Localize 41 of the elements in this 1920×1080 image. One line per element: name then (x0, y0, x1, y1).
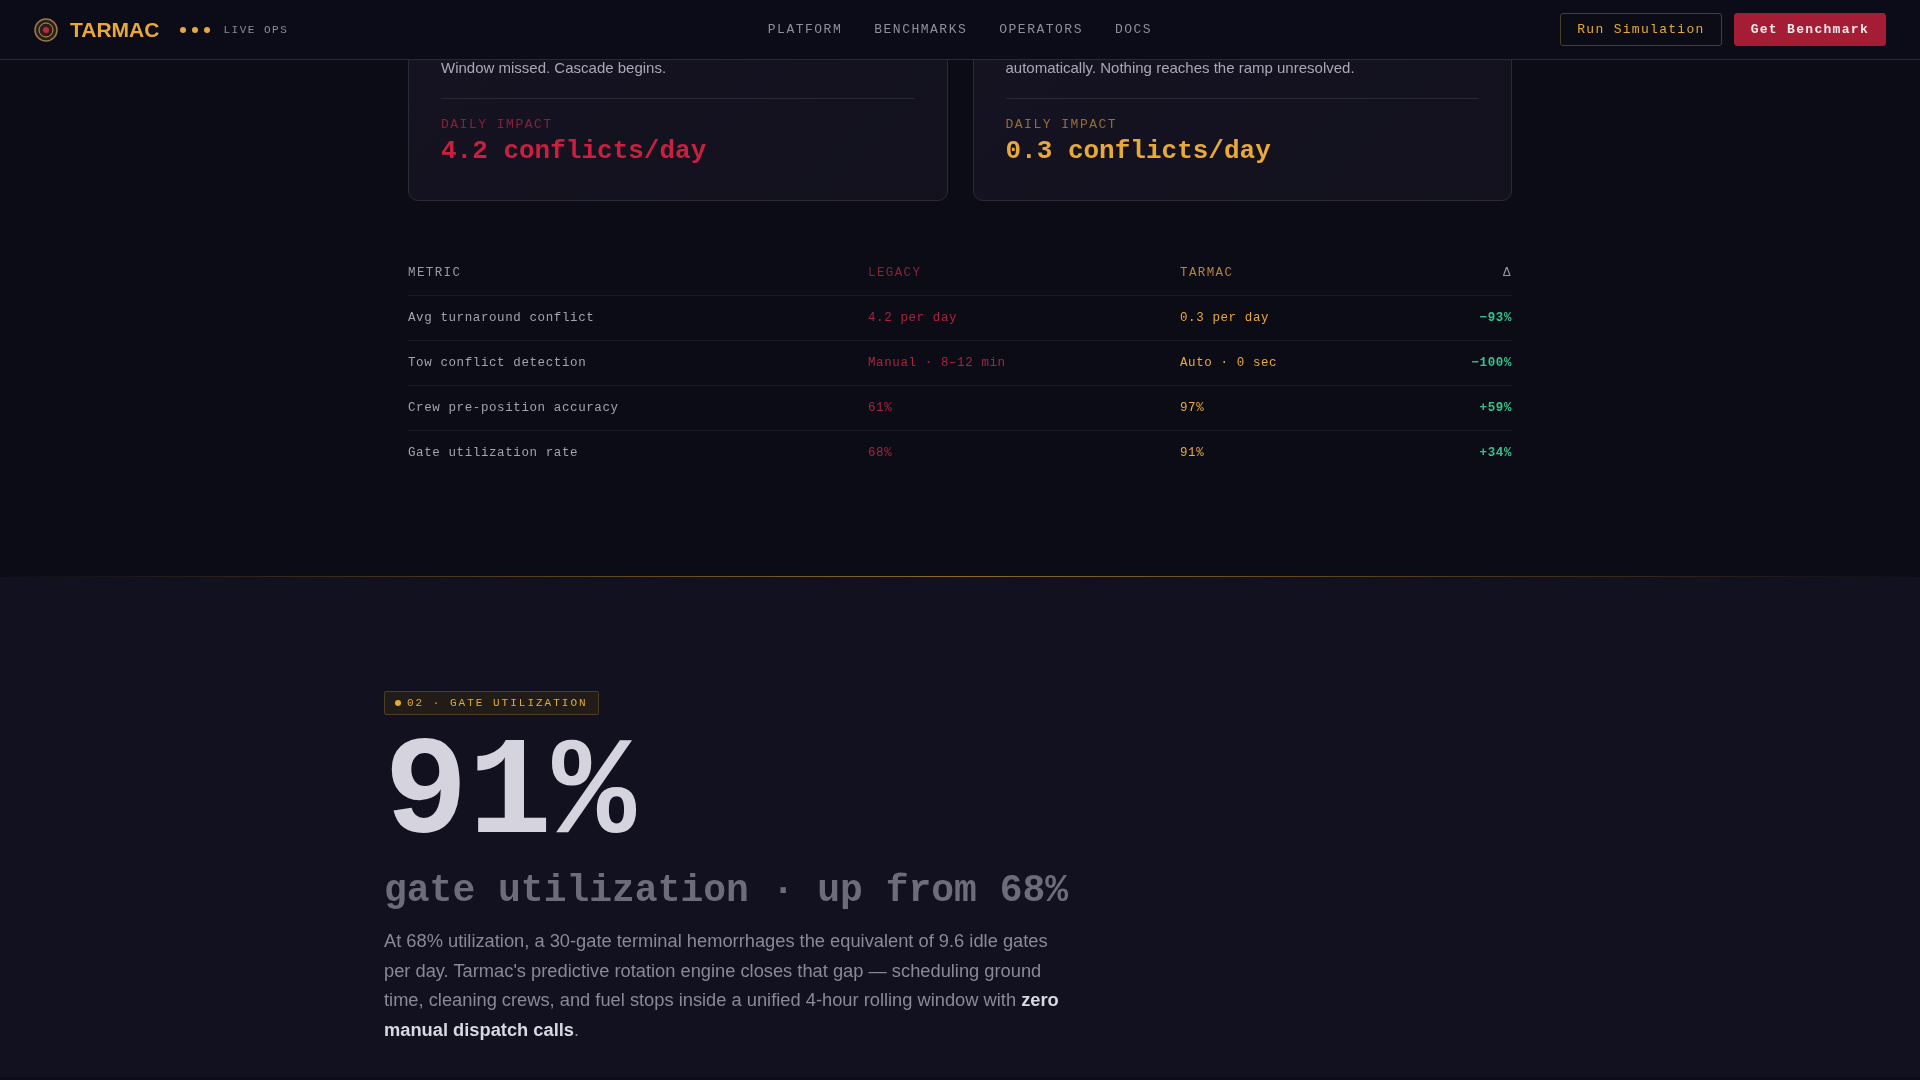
card-text: Window missed. Cascade begins. (441, 59, 915, 99)
nav-link[interactable]: BENCHMARKS (874, 22, 968, 37)
brand-name: TARMAC (70, 17, 160, 42)
table-cell-text: 4.2 per day (868, 311, 959, 325)
column-header: METRIC (408, 266, 463, 280)
table-cell-text: 91% (1180, 446, 1206, 460)
column-header: TARMAC (1180, 266, 1235, 280)
table-cell-text: +59% (1478, 401, 1512, 415)
impact-value: 0.3 conflicts/day (1005, 136, 1272, 166)
table-cell-text: 0.3 per day (1180, 311, 1271, 325)
impact-value: 4.2 conflicts/day (441, 136, 708, 166)
impact-label: DAILY IMPACT (441, 117, 554, 132)
table-cell-text: Crew pre-position accuracy (408, 401, 620, 415)
table-cell-text: 68% (868, 446, 894, 460)
table-cell-text: Avg turnaround conflict (408, 311, 596, 325)
dot-icon (395, 700, 401, 706)
simulation-button[interactable]: Run Simulation (1560, 13, 1722, 46)
table-cell-text: 97% (1180, 401, 1206, 415)
logo-icon (34, 17, 58, 42)
table-cell-text: 61% (868, 401, 894, 415)
table-cell-text: +34% (1478, 446, 1512, 460)
nav-link[interactable]: PLATFORM (767, 22, 843, 37)
card-text: automatically. Nothing reaches the ramp unresolved. (1005, 59, 1479, 99)
subtitle: gate utilization · up from 68% (384, 869, 1070, 912)
benchmark-button[interactable]: Get Benchmark (1733, 13, 1886, 46)
table-cell-text: Auto · 0 sec (1180, 356, 1279, 370)
table-cell-text: −93% (1478, 311, 1512, 325)
badge-label: 02 · GATE UTILIZATION (407, 697, 588, 709)
table-cell-text: Gate utilization rate (408, 446, 580, 460)
column-header: Δ (1502, 266, 1512, 280)
nav-link[interactable]: OPERATORS (999, 22, 1083, 37)
table-cell-text: Tow conflict detection (408, 356, 588, 370)
table-cell-text: Manual · 8–12 min (868, 356, 1007, 370)
headline-stat: 91% (384, 725, 637, 865)
impact-label: DAILY IMPACT (1005, 117, 1119, 132)
status-label: LIVE OPS (223, 23, 289, 36)
column-header: LEGACY (868, 266, 923, 280)
body-paragraph: At 68% utilization, a 30-gate terminal hemorrhages the equivalent of 9.6 idle gates per day. Tarmac's predictive rotation engine closes that gap — scheduling ground time, cleaning crews, and fuel stops inside a unified 4-hour rolling window with zero manual dispatch calls. (384, 929, 1060, 1042)
table-cell-text: −100% (1470, 356, 1512, 370)
live-dots-icon (179, 25, 212, 34)
nav-link[interactable]: DOCS (1114, 22, 1153, 37)
